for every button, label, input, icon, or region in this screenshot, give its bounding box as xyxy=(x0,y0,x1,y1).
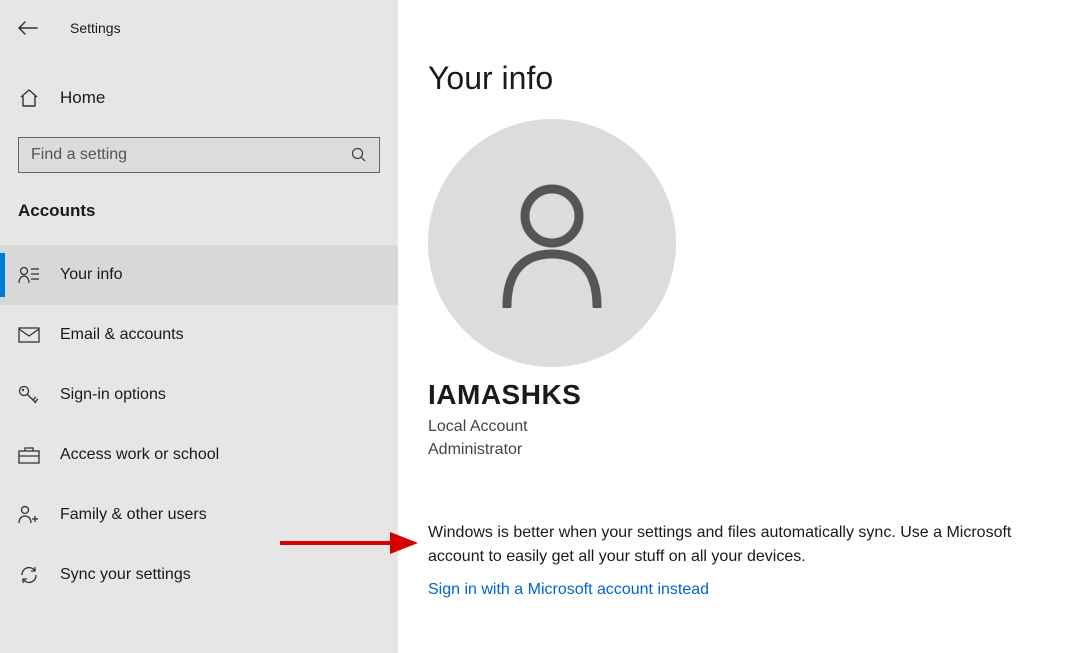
sync-icon xyxy=(18,564,40,586)
header-title: Settings xyxy=(70,20,121,36)
username: IAMASHKS xyxy=(428,379,1059,411)
search-container[interactable] xyxy=(18,137,380,173)
sidebar-item-label: Email & accounts xyxy=(60,326,184,344)
home-label: Home xyxy=(60,88,105,108)
signin-microsoft-link[interactable]: Sign in with a Microsoft account instead xyxy=(428,581,709,599)
user-card-icon xyxy=(18,264,40,286)
main-content: Your info IAMASHKS Local Account Adminis… xyxy=(398,0,1089,653)
sidebar-item-signin-options[interactable]: Sign-in options xyxy=(0,365,398,425)
users-add-icon xyxy=(18,504,40,526)
category-heading: Accounts xyxy=(0,201,398,221)
sidebar-item-email[interactable]: Email & accounts xyxy=(0,305,398,365)
avatar xyxy=(428,119,676,367)
sidebar-item-label: Sign-in options xyxy=(60,386,166,404)
briefcase-icon xyxy=(18,444,40,466)
sidebar-item-label: Your info xyxy=(60,266,123,284)
settings-sidebar: Settings Home Accounts xyxy=(0,0,398,653)
home-nav[interactable]: Home xyxy=(0,75,398,121)
account-role: Administrator xyxy=(428,438,1059,461)
header-row: Settings xyxy=(0,9,398,47)
user-placeholder-icon xyxy=(497,178,607,308)
page-title: Your info xyxy=(428,60,1059,97)
email-icon xyxy=(18,324,40,346)
sidebar-item-label: Family & other users xyxy=(60,506,207,524)
sidebar-item-label: Access work or school xyxy=(60,446,219,464)
search-input[interactable] xyxy=(19,138,349,172)
back-button[interactable] xyxy=(16,16,40,40)
search-icon xyxy=(349,145,369,165)
sidebar-item-work-school[interactable]: Access work or school xyxy=(0,425,398,485)
sidebar-item-sync[interactable]: Sync your settings xyxy=(0,545,398,605)
sync-description: Windows is better when your settings and… xyxy=(428,521,1028,569)
sidebar-item-label: Sync your settings xyxy=(60,566,191,584)
home-icon xyxy=(18,87,40,109)
arrow-left-icon xyxy=(18,21,38,35)
account-type: Local Account xyxy=(428,415,1059,438)
sidebar-item-your-info[interactable]: Your info xyxy=(0,245,398,305)
key-icon xyxy=(18,384,40,406)
sidebar-item-family[interactable]: Family & other users xyxy=(0,485,398,545)
